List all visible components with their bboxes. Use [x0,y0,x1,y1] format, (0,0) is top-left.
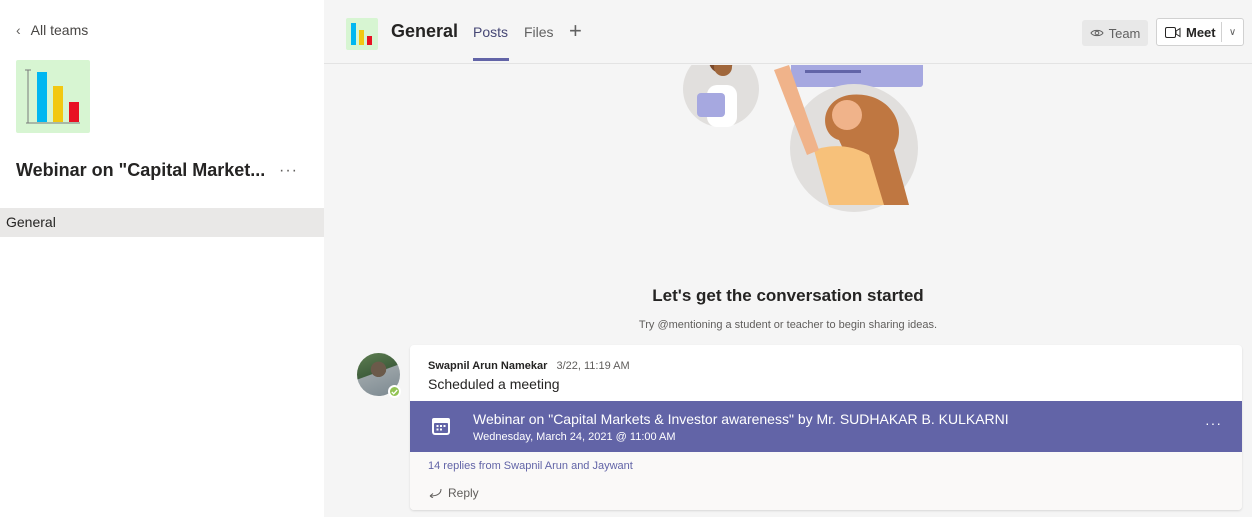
meet-button-label: Meet [1186,24,1216,40]
eye-icon [1090,29,1104,37]
meeting-banner[interactable]: Webinar on "Capital Markets & Investor a… [410,401,1242,452]
chevron-down-icon[interactable]: ∨ [1222,27,1243,38]
team-logo [16,60,90,133]
replies-summary-link[interactable]: 14 replies from Swapnil Arun and Jaywant [428,460,633,472]
post-timestamp: 3/22, 11:19 AM [556,360,630,372]
all-teams-label: All teams [30,22,89,38]
team-name: Webinar on "Capital Market... [16,160,266,180]
reply-label: Reply [448,486,479,500]
add-tab-button[interactable]: + [569,18,582,44]
team-more-options-button[interactable]: ··· [279,162,298,180]
empty-state-title: Let's get the conversation started [652,286,924,305]
chevron-left-icon: ‹ [16,22,21,38]
meet-button[interactable]: Meet ∨ [1156,18,1244,46]
channel-team-icon [346,18,378,50]
bar-chart-icon [351,23,372,45]
posts-feed: Let's get the conversation started Try @… [324,65,1252,517]
active-tab-indicator [473,58,509,61]
calendar-icon [432,418,450,435]
presence-available-icon [388,385,401,398]
video-camera-icon [1165,26,1181,38]
team-button-label: Team [1108,25,1141,41]
meet-now-button[interactable]: Meet [1157,25,1221,40]
post-author[interactable]: Swapnil Arun Namekar [428,360,547,372]
reply-button[interactable]: Reply [428,486,479,500]
reply-arrow-icon [429,488,442,498]
tab-files[interactable]: Files [524,24,554,40]
channel-label: General [6,214,56,230]
post-message: Scheduled a meeting [428,376,560,392]
all-teams-link[interactable]: ‹ All teams [16,22,88,38]
bar-chart-icon [25,69,80,124]
post-card: Swapnil Arun Namekar 3/22, 11:19 AM Sche… [410,345,1242,510]
replies-section: 14 replies from Swapnil Arun and Jaywant… [410,452,1242,510]
meeting-title[interactable]: Webinar on "Capital Markets & Investor a… [473,411,1009,427]
check-icon [391,389,398,395]
meeting-datetime: Wednesday, March 24, 2021 @ 11:00 AM [473,431,676,443]
channel-header: General Posts Files + Team Meet ∨ [324,0,1252,64]
conversation-illustration [683,65,923,212]
meeting-more-options-button[interactable]: ··· [1205,415,1222,431]
channel-item-general[interactable]: General [0,208,324,237]
empty-state-subtitle: Try @mentioning a student or teacher to … [638,319,938,331]
team-button[interactable]: Team [1082,20,1148,46]
team-pane: ‹ All teams Webinar on "Capital Market..… [0,0,324,517]
post-meta: Swapnil Arun Namekar 3/22, 11:19 AM [428,360,630,372]
channel-title: General [391,21,459,41]
tab-posts[interactable]: Posts [473,24,508,40]
